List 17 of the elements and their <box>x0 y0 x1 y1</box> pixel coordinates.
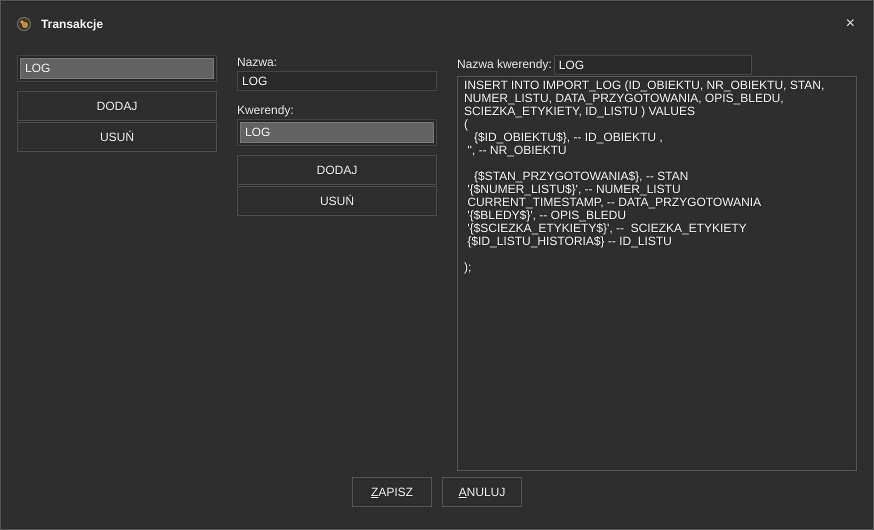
window-title: Transakcje <box>41 17 104 31</box>
dialog-button[interactable]: ANULUJ <box>442 477 522 507</box>
field-label: Nazwa: <box>237 55 278 69</box>
query-name-field[interactable]: LOG <box>554 55 752 75</box>
field-label: Kwerendy: <box>237 103 295 117</box>
list-item[interactable]: LOG <box>240 122 434 143</box>
field-label: Nazwa kwerendy: <box>457 57 552 71</box>
query-text-area[interactable]: INSERT INTO IMPORT_LOG (ID_OBIEKTU, NR_OBIEKTU, STAN, NUMER_LISTU, DATA_PRZYGOTOWANIA, OPIS_BLEDU, SCIEZKA_ETYKIETY, ID_LISTU ) VALUES ( {$ID_OBIEKTU$}, -- ID_OBIEKTU , '', -- NR_OBIEKTU {$STAN_PRZYGOTOWANIA$}, -- STAN '{$NUMER_LISTU$}', -- NUMER_LISTU CURRENT_TIMESTAMP, -- DATA_PRZYGOTOWANIA '{$BLEDY$}', -- OPIS_BLEDU '{$SCIEZKA_ETYKIETY$}', -- SCIEZKA_ETYKIETY {$ID_LISTU_HISTORIA$} -- ID_LISTU ); <box>457 76 857 471</box>
name-field[interactable]: LOG <box>237 71 437 91</box>
list-item[interactable]: LOG <box>20 58 214 79</box>
list-button[interactable]: USUŃ <box>237 186 437 216</box>
close-button[interactable]: × <box>842 15 859 33</box>
list-button[interactable]: DODAJ <box>17 91 217 121</box>
list-button[interactable]: DODAJ <box>237 155 437 185</box>
list-button[interactable]: USUŃ <box>17 122 217 152</box>
dialog-button[interactable]: ZAPISZ <box>352 477 432 507</box>
app-logo-icon <box>17 17 31 31</box>
